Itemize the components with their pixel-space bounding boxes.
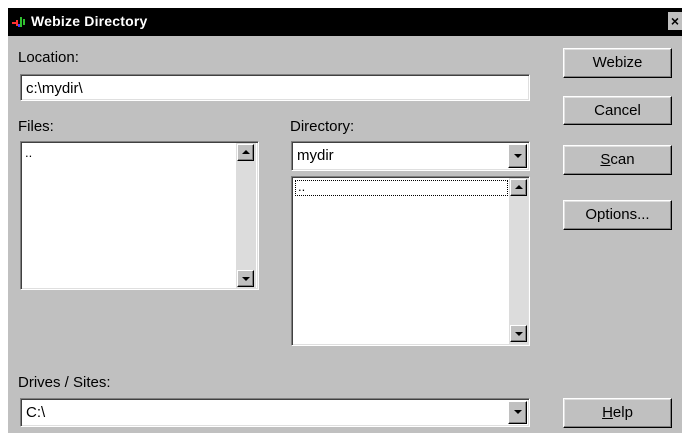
directory-dropdown-button[interactable] — [508, 144, 527, 168]
window-title: Webize Directory — [31, 13, 148, 29]
scan-button[interactable]: Scan — [563, 145, 672, 175]
title-bar[interactable]: Webize Directory × — [8, 8, 682, 36]
close-icon[interactable]: × — [668, 12, 682, 30]
arrow-up-icon — [242, 150, 250, 154]
options-button[interactable]: Options... — [563, 200, 672, 230]
cancel-button[interactable]: Cancel — [563, 96, 672, 125]
files-list[interactable]: .. — [20, 141, 259, 290]
drives-dropdown-button[interactable] — [508, 401, 527, 424]
arrow-down-icon — [242, 277, 250, 281]
drives-selected: C:\ — [26, 404, 46, 421]
directory-scroll-up-button[interactable] — [510, 179, 527, 196]
drives-combo[interactable]: C:\ — [20, 398, 530, 427]
directory-combo[interactable]: mydir — [291, 141, 530, 171]
app-icon — [12, 17, 25, 27]
chevron-down-icon — [514, 410, 522, 414]
files-item-parent[interactable]: .. — [25, 145, 32, 160]
help-button[interactable]: Help — [563, 398, 672, 428]
directory-label: Directory: — [290, 118, 355, 135]
scan-button-label: Scan — [600, 151, 635, 168]
files-scroll-down-button[interactable] — [237, 270, 254, 287]
files-label: Files: — [18, 118, 54, 135]
directory-selected: mydir — [297, 147, 334, 164]
directory-scroll-down-button[interactable] — [510, 325, 527, 342]
location-field[interactable]: c:\mydir\ — [20, 74, 530, 101]
directory-item-label: .. — [298, 179, 306, 194]
options-button-label: Options... — [585, 206, 650, 223]
directory-list[interactable]: .. — [291, 176, 530, 346]
directory-scrollbar[interactable] — [509, 178, 528, 344]
drives-label: Drives / Sites: — [18, 374, 111, 391]
webize-button-label: Webize — [592, 54, 643, 71]
files-scrollbar[interactable] — [236, 143, 256, 288]
chevron-down-icon — [514, 154, 522, 158]
help-button-label: Help — [602, 404, 633, 421]
webize-button[interactable]: Webize — [563, 48, 672, 78]
location-value: c:\mydir\ — [26, 80, 83, 97]
arrow-down-icon — [515, 332, 523, 336]
directory-item-parent[interactable]: .. — [295, 179, 508, 196]
location-label: Location: — [18, 49, 79, 66]
files-scroll-up-button[interactable] — [237, 144, 254, 161]
cancel-button-label: Cancel — [594, 102, 641, 119]
arrow-up-icon — [515, 185, 523, 189]
webize-directory-dialog: Webize Directory × Location: c:\mydir\ F… — [8, 8, 682, 433]
